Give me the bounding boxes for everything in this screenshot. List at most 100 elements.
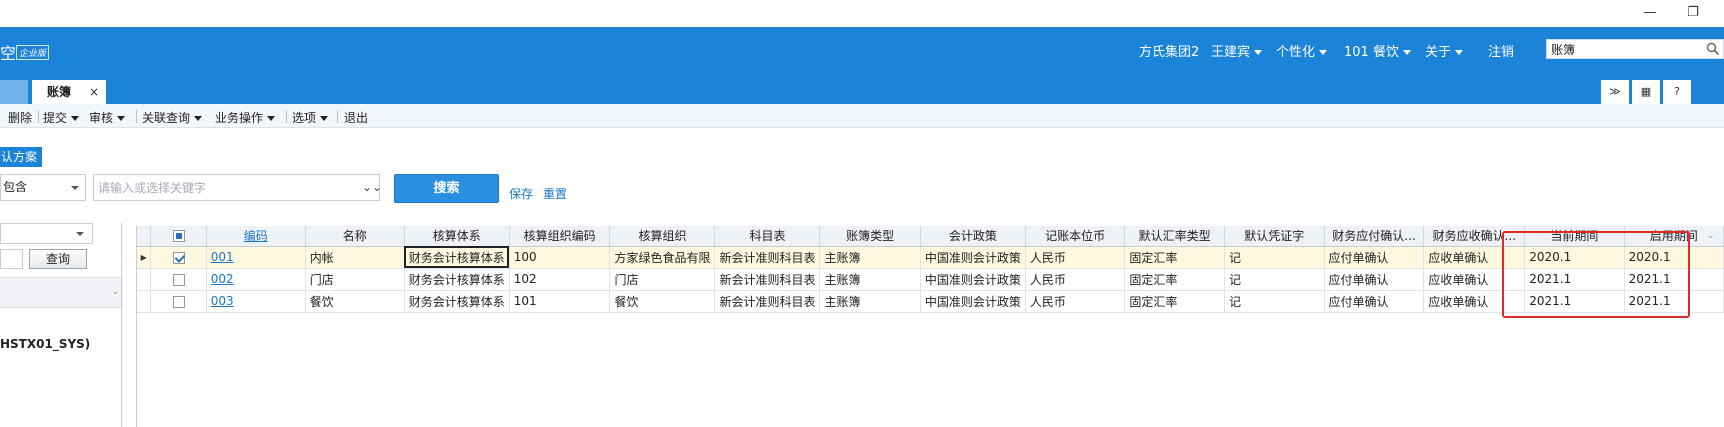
cell-name[interactable]: 门店	[305, 268, 405, 291]
tab-previous[interactable]	[0, 80, 28, 104]
cell-rate-type[interactable]: 固定汇率	[1124, 290, 1226, 313]
cell-acct-system[interactable]: 财务会计核算体系	[404, 246, 510, 269]
column-header-org[interactable]: 核算组织	[609, 226, 716, 247]
tree-node[interactable]: HSTX01_SYS)	[0, 337, 90, 351]
minimize-icon[interactable]: —	[1640, 4, 1660, 22]
restore-icon[interactable]: ❐	[1683, 4, 1703, 22]
cell-code[interactable]: 001	[206, 246, 306, 269]
personalize-menu[interactable]: 个性化	[1276, 41, 1328, 60]
code-link[interactable]: 001	[211, 250, 234, 264]
code-link[interactable]: 002	[211, 272, 234, 286]
cell-code[interactable]: 003	[206, 290, 306, 313]
cell-org-code[interactable]: 100	[509, 246, 611, 269]
column-header-policy[interactable]: 会计政策	[920, 226, 1026, 247]
options-button[interactable]: 选项	[292, 109, 329, 126]
cell-ap-confirm[interactable]: 应付单确认	[1324, 246, 1425, 269]
cell-ar-confirm[interactable]: 应收单确认	[1423, 290, 1526, 313]
cell-org-code[interactable]: 101	[509, 290, 611, 313]
default-scheme-tab[interactable]: 认方案	[0, 147, 42, 167]
column-settings-icon[interactable]: ⌄	[1707, 231, 1715, 241]
cell-acct-system[interactable]: 财务会计核算体系	[404, 268, 510, 291]
about-menu[interactable]: 关于	[1425, 41, 1464, 60]
cell-book-type[interactable]: 主账簿	[819, 290, 921, 313]
close-icon[interactable]: ×	[89, 80, 99, 104]
column-header-book-type[interactable]: 账簿类型	[819, 226, 921, 247]
cell-currency[interactable]: 人民币	[1025, 246, 1126, 269]
column-header-voucher-word[interactable]: 默认凭证字	[1224, 226, 1325, 247]
select-all-checkbox[interactable]	[172, 230, 185, 243]
cell-voucher-word[interactable]: 记	[1224, 268, 1325, 291]
reset-link[interactable]: 重置	[543, 185, 567, 202]
row-checkbox[interactable]	[172, 251, 185, 264]
grid-icon[interactable]: ▦	[1632, 80, 1660, 104]
cell-currency[interactable]: 人民币	[1025, 290, 1126, 313]
cell-ar-confirm[interactable]: 应收单确认	[1423, 268, 1526, 291]
column-header-org-code[interactable]: 核算组织编码	[509, 226, 611, 247]
cell-voucher-word[interactable]: 记	[1224, 290, 1325, 313]
column-header-current-period[interactable]: 当前期间	[1524, 226, 1625, 247]
cell-current-period[interactable]: 2021.1	[1524, 268, 1625, 291]
cell-current-period[interactable]: 2021.1	[1524, 290, 1625, 313]
search-button[interactable]: 搜索	[394, 174, 499, 203]
cell-policy[interactable]: 中国准则会计政策	[920, 290, 1026, 313]
column-header-ap-confirm[interactable]: 财务应付确认...	[1324, 226, 1425, 247]
company-menu[interactable]: 101 餐饮	[1344, 41, 1411, 60]
help-icon[interactable]: ?	[1663, 80, 1691, 104]
org-switcher[interactable]: 方氏集团2	[1139, 41, 1199, 60]
cell-start-period[interactable]: 2020.1	[1624, 246, 1724, 269]
user-menu[interactable]: 王建宾	[1211, 41, 1263, 60]
condition-select[interactable]: 包含	[0, 174, 86, 201]
cell-ap-confirm[interactable]: 应付单确认	[1324, 268, 1425, 291]
audit-button[interactable]: 审核	[89, 109, 126, 126]
cell-org-code[interactable]: 102	[509, 268, 611, 291]
cell-acct-system[interactable]: 财务会计核算体系	[404, 290, 510, 313]
cell-org[interactable]: 方家绿色食品有限	[609, 246, 716, 269]
row-checkbox[interactable]	[172, 273, 185, 286]
column-header-currency[interactable]: 记账本位币	[1025, 226, 1126, 247]
tree-search-input[interactable]	[0, 249, 23, 269]
expand-icon[interactable]: ⌄⌄	[362, 180, 382, 194]
cell-code[interactable]: 002	[206, 268, 306, 291]
cell-currency[interactable]: 人民币	[1025, 268, 1126, 291]
cell-ar-confirm[interactable]: 应收单确认	[1423, 246, 1526, 269]
cell-rate-type[interactable]: 固定汇率	[1124, 268, 1226, 291]
column-header-ar-confirm[interactable]: 财务应收确认...	[1423, 226, 1526, 247]
code-link[interactable]: 003	[211, 294, 234, 308]
cell-rate-type[interactable]: 固定汇率	[1124, 246, 1226, 269]
cell-ap-confirm[interactable]: 应付单确认	[1324, 290, 1425, 313]
related-query-button[interactable]: 关联查询	[142, 109, 203, 126]
search-icon[interactable]	[1706, 42, 1720, 56]
cell-name[interactable]: 内帐	[305, 246, 405, 269]
cell-chart-of-accounts[interactable]: 新会计准则科目表	[714, 246, 821, 269]
row-checkbox[interactable]	[172, 295, 185, 308]
table-row[interactable]: 002 门店 财务会计核算体系 102 门店 新会计准则科目表 主账簿 中国准则会计政策 人民币…	[137, 268, 1724, 291]
logout-link[interactable]: 注销	[1488, 41, 1514, 60]
cell-chart-of-accounts[interactable]: 新会计准则科目表	[714, 268, 821, 291]
chevron-down-icon[interactable]: ⌄	[111, 287, 119, 297]
cell-org[interactable]: 门店	[609, 268, 716, 291]
save-scheme-link[interactable]: 保存	[509, 185, 533, 202]
exit-button[interactable]: 退出	[344, 109, 368, 126]
cell-chart-of-accounts[interactable]: 新会计准则科目表	[714, 290, 821, 313]
delete-button[interactable]: 删除	[8, 109, 32, 126]
global-search-input[interactable]	[1547, 40, 1697, 58]
keyword-input[interactable]	[94, 175, 374, 200]
collapse-icon[interactable]: ≫	[1601, 80, 1629, 104]
cell-policy[interactable]: 中国准则会计政策	[920, 246, 1026, 269]
business-ops-button[interactable]: 业务操作	[215, 109, 276, 126]
cell-policy[interactable]: 中国准则会计政策	[920, 268, 1026, 291]
column-header-code[interactable]: 编码	[206, 226, 306, 247]
table-row[interactable]: ▶ 001 内帐 财务会计核算体系 100 方家绿色食品有限 新会计准则科目表 主账簿 中国准则…	[137, 246, 1724, 269]
column-header-name[interactable]: 名称	[305, 226, 405, 247]
column-header-acct-system[interactable]: 核算体系	[404, 226, 510, 247]
cell-start-period[interactable]: 2021.1	[1624, 290, 1724, 313]
cell-org[interactable]: 餐饮	[609, 290, 716, 313]
tab-ledger[interactable]: 账簿 ×	[32, 80, 106, 104]
tree-filter-select[interactable]	[0, 223, 93, 244]
column-header-rate-type[interactable]: 默认汇率类型	[1124, 226, 1226, 247]
submit-button[interactable]: 提交	[43, 109, 80, 126]
cell-book-type[interactable]: 主账簿	[819, 268, 921, 291]
cell-current-period[interactable]: 2020.1	[1524, 246, 1625, 269]
tree-query-button[interactable]: 查询	[29, 249, 87, 269]
cell-book-type[interactable]: 主账簿	[819, 246, 921, 269]
